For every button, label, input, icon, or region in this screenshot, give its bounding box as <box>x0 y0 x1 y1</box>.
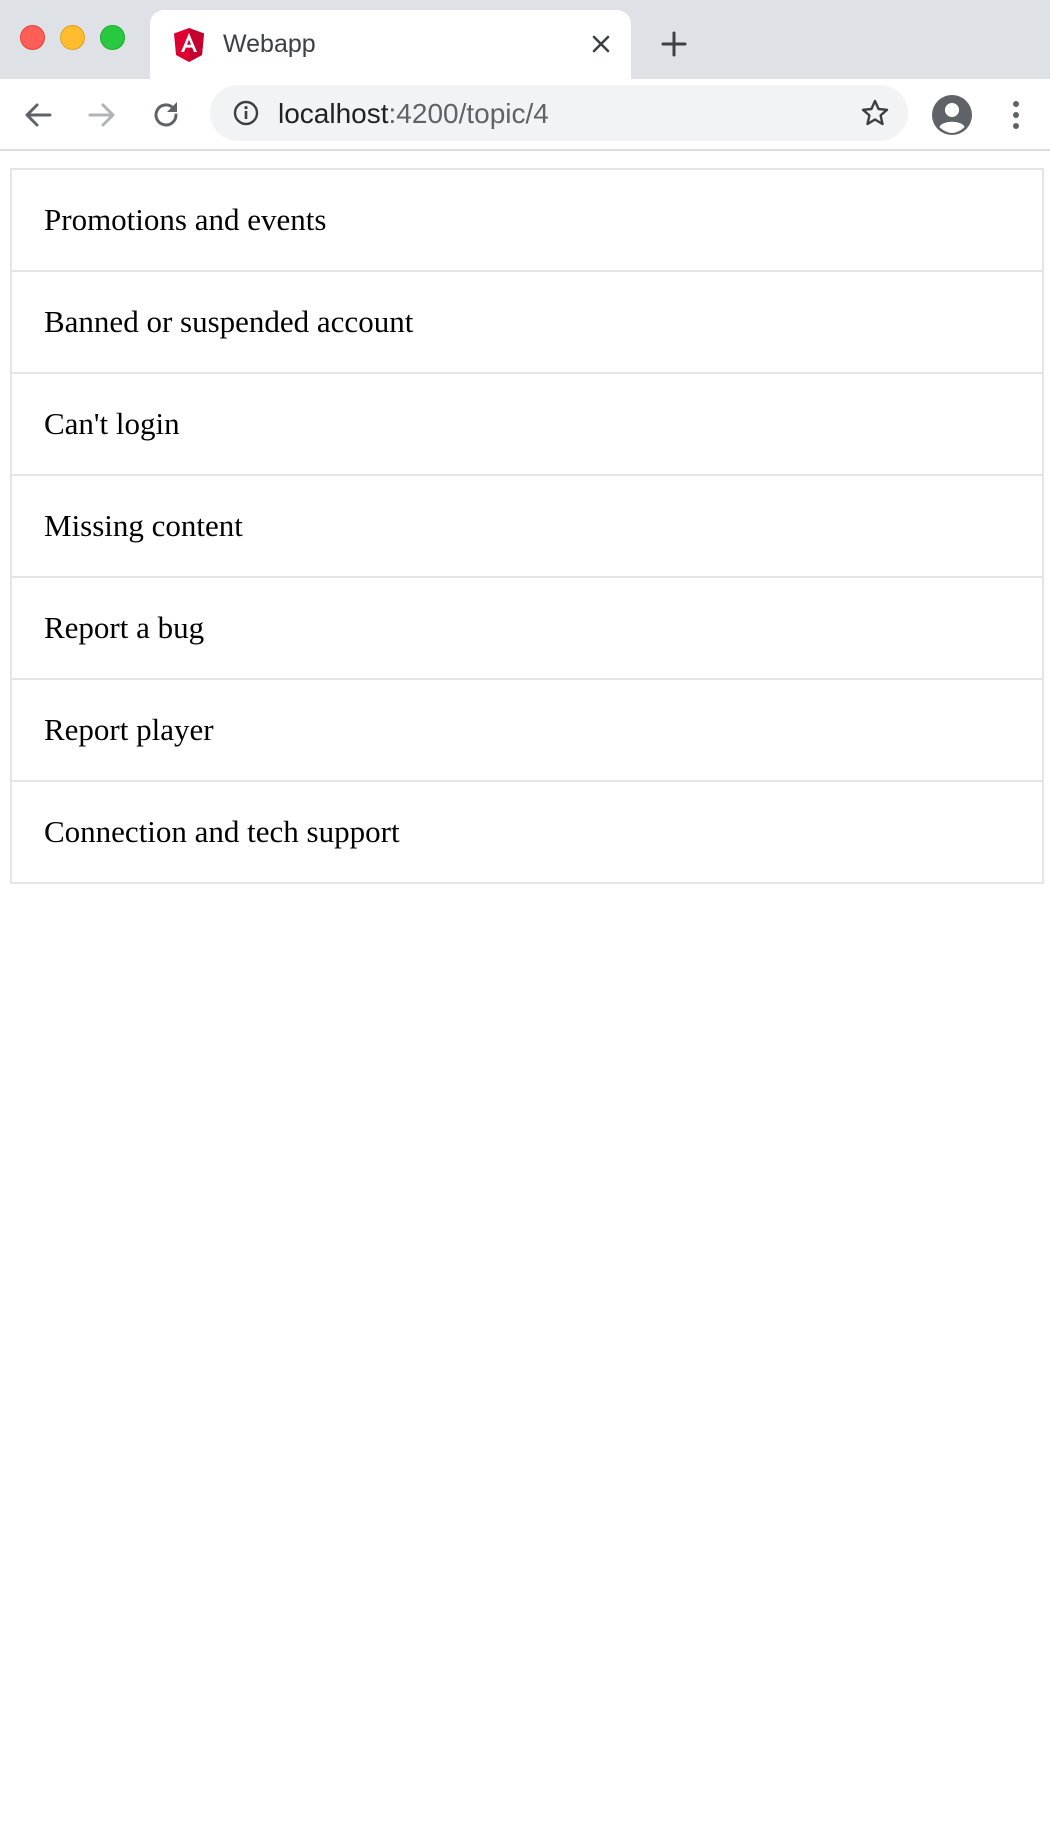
list-item[interactable]: Promotions and events <box>10 168 1044 272</box>
info-icon[interactable] <box>232 99 260 127</box>
list-item[interactable]: Banned or suspended account <box>10 270 1044 374</box>
list-item[interactable]: Report player <box>10 678 1044 782</box>
browser-tab[interactable]: Webapp <box>150 10 631 79</box>
topic-label: Can't login <box>44 406 180 441</box>
topic-label: Report player <box>44 712 214 747</box>
browser-toolbar: localhost:4200/topic/4 <box>0 79 1050 151</box>
list-item[interactable]: Report a bug <box>10 576 1044 680</box>
topic-list: Promotions and events Banned or suspende… <box>10 168 1044 884</box>
address-bar[interactable]: localhost:4200/topic/4 <box>210 85 908 141</box>
topic-label: Report a bug <box>44 610 205 645</box>
url-host: localhost <box>278 98 389 129</box>
window-close-button[interactable] <box>20 25 45 50</box>
angular-logo-icon <box>173 28 205 62</box>
window-minimize-button[interactable] <box>60 25 85 50</box>
url-text[interactable]: localhost:4200/topic/4 <box>278 98 549 130</box>
window-maximize-button[interactable] <box>100 25 125 50</box>
tab-title: Webapp <box>223 30 316 58</box>
url-path: :4200/topic/4 <box>388 98 549 129</box>
list-item[interactable]: Can't login <box>10 372 1044 476</box>
plus-icon[interactable] <box>656 26 692 62</box>
close-icon[interactable] <box>585 28 617 60</box>
topic-label: Banned or suspended account <box>44 304 414 339</box>
topic-label: Promotions and events <box>44 202 327 237</box>
list-item[interactable]: Missing content <box>10 474 1044 578</box>
forward-arrow-icon[interactable] <box>82 95 122 135</box>
back-arrow-icon[interactable] <box>18 95 58 135</box>
topic-label: Connection and tech support <box>44 814 400 849</box>
kebab-menu-icon[interactable] <box>1000 95 1032 135</box>
tab-strip: Webapp <box>0 0 1050 79</box>
topic-label: Missing content <box>44 508 243 543</box>
profile-icon[interactable] <box>931 94 973 136</box>
reload-icon[interactable] <box>146 95 186 135</box>
list-item[interactable]: Connection and tech support <box>10 780 1044 884</box>
star-icon[interactable] <box>860 98 890 128</box>
